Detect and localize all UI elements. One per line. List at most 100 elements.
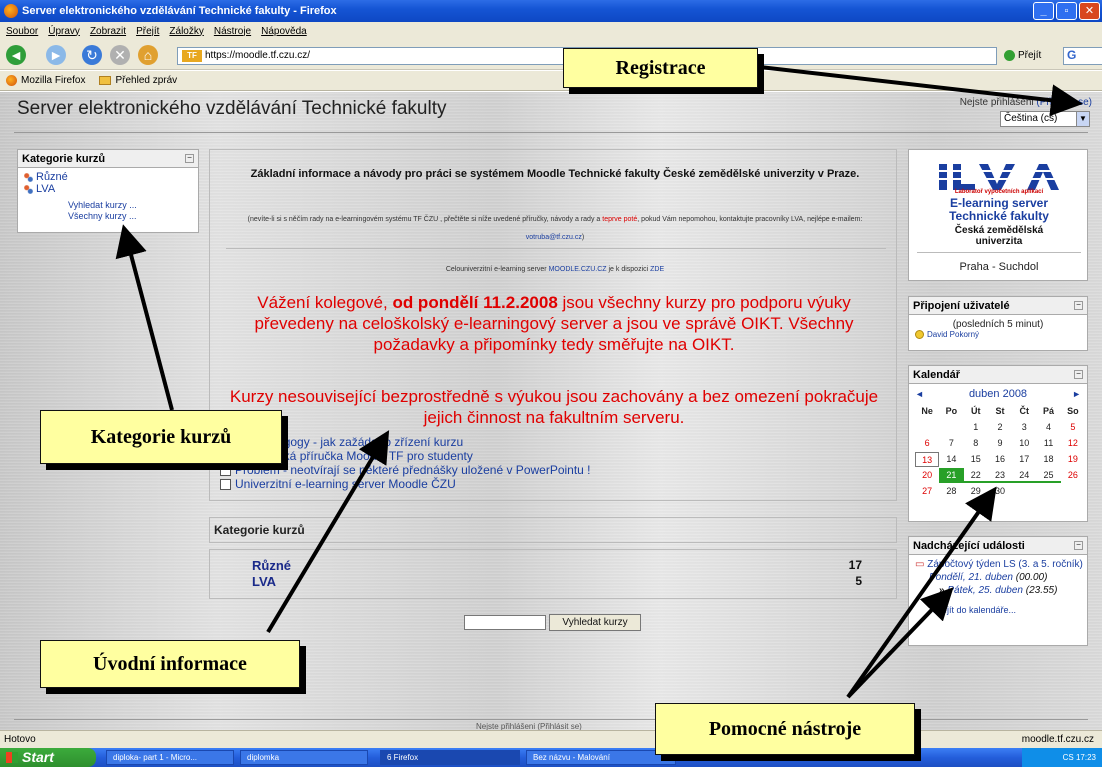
category-item-lva[interactable]: LVA [24, 183, 198, 195]
header-divider [14, 132, 1088, 133]
calendar-day[interactable]: 21 [939, 468, 964, 483]
menu-napoveda[interactable]: Nápověda [261, 26, 307, 37]
start-button[interactable]: Start [0, 748, 96, 767]
calendar-day[interactable]: 8 [964, 436, 988, 451]
minimize-button[interactable]: _ [1033, 2, 1054, 20]
calendar-day[interactable]: 5 [1061, 420, 1085, 435]
intro-note-text: , pokud Vám nepomohou, kontaktujte praco… [637, 216, 863, 223]
collapse-icon[interactable]: − [185, 154, 194, 163]
resource-link-student-guide[interactable]: Uživatelská příručka Moodle TF pro stude… [220, 449, 890, 463]
course-categories-header: Kategorie kurzů [209, 517, 897, 543]
calendar-day[interactable]: 19 [1061, 452, 1085, 467]
collapse-icon[interactable]: − [1074, 301, 1083, 310]
next-month-arrow-icon[interactable]: ► [1072, 386, 1081, 402]
intro-section: Základní informace a návody pro práci se… [209, 149, 897, 501]
logo-text: univerzita [975, 236, 1023, 247]
calendar-day[interactable]: 27 [915, 484, 939, 499]
search-engine-box[interactable]: G [1063, 47, 1102, 65]
email-link[interactable]: votruba@tf.czu.cz [526, 234, 582, 241]
calendar-day[interactable]: 14 [939, 452, 963, 467]
resource-link-univ-server[interactable]: Univerzitní e-learning server Moodle ČZU [220, 477, 890, 491]
event-date[interactable]: Pátek, 25. duben [947, 585, 1023, 596]
calendar-day[interactable]: 13 [915, 452, 940, 467]
calendar-day[interactable]: 17 [1012, 452, 1036, 467]
task-folder[interactable]: diplomka [240, 750, 368, 765]
calendar-day[interactable]: 25 [1036, 468, 1061, 483]
calendar-day [1061, 484, 1085, 499]
calendar-day[interactable]: 22 [963, 468, 988, 483]
status-bar: Hotovo moodle.tf.czu.cz [0, 730, 1102, 748]
close-button[interactable]: ✕ [1079, 2, 1100, 20]
event-title[interactable]: ▭ Zápočtový týden LS (3. a 5. ročník) [915, 559, 1083, 571]
calendar-day[interactable]: 20 [915, 468, 939, 483]
bookmarks-toolbar: Mozilla Firefox Přehled zpráv [0, 71, 1102, 91]
calendar-day[interactable]: 10 [1012, 436, 1036, 451]
calendar-day[interactable]: 1 [964, 420, 988, 435]
home-icon[interactable]: ⌂ [138, 45, 158, 65]
tray-language[interactable]: CS [1063, 753, 1074, 762]
search-courses-link[interactable]: Vyhledat kurzy ... [68, 200, 198, 211]
menu-zobrazit[interactable]: Zobrazit [90, 26, 126, 37]
intro-note: (nevíte-li si s něčím rady na e-learning… [220, 211, 890, 247]
menu-prejit[interactable]: Přejít [136, 26, 159, 37]
collapse-icon[interactable]: − [1074, 541, 1083, 550]
calendar-day[interactable]: 15 [964, 452, 988, 467]
calendar-day[interactable]: 18 [1036, 452, 1060, 467]
menu-upravy[interactable]: Úpravy [48, 26, 80, 37]
calendar-day[interactable]: 11 [1036, 436, 1060, 451]
go-to-calendar-link[interactable]: Přejít do kalendáře... [933, 605, 1083, 615]
task-paint[interactable]: Bez názvu - Malování [526, 750, 676, 765]
go-button[interactable]: Přejít [1004, 50, 1041, 61]
calendar-day[interactable]: 26 [1061, 468, 1085, 483]
online-user[interactable]: David Pokorný [915, 330, 1087, 339]
calendar-day[interactable]: 9 [988, 436, 1012, 451]
univ-server-link[interactable]: MOODLE.CZU.CZ [549, 266, 607, 273]
login-info: Nejste přihlášeni (Přihlásit se) [960, 97, 1092, 108]
collapse-icon[interactable]: − [1074, 370, 1083, 379]
calendar-day[interactable]: 3 [1012, 420, 1036, 435]
back-arrow-icon[interactable]: ◄ [6, 45, 26, 65]
bookmark-mozilla-firefox[interactable]: Mozilla Firefox [6, 75, 85, 86]
task-word[interactable]: diploka- part 1 - Micro... [106, 750, 234, 765]
category-item-ruzne[interactable]: Různé [24, 171, 198, 183]
calendar-day[interactable]: 28 [939, 484, 963, 499]
menu-zalozky[interactable]: Záložky [169, 26, 203, 37]
maximize-button[interactable]: ▫ [1056, 2, 1077, 20]
search-courses-button[interactable]: Vyhledat kurzy [549, 614, 641, 631]
univ-here-link[interactable]: ZDE [650, 266, 664, 273]
go-icon [1004, 50, 1015, 61]
category-row[interactable]: LVA 5 [252, 574, 862, 589]
resource-link-pedagogy[interactable]: Pro pedagogy - jak zažádat o zřízení kur… [220, 435, 890, 449]
calendar-day[interactable]: 4 [1036, 420, 1060, 435]
calendar-month[interactable]: duben 2008 [969, 388, 1027, 400]
all-courses-link[interactable]: Všechny kurzy ... [68, 211, 198, 222]
calendar-day [939, 420, 963, 435]
language-select[interactable]: Čeština (cs) ▼ [1000, 111, 1090, 127]
calendar-day[interactable]: 6 [915, 436, 939, 451]
prev-month-arrow-icon[interactable]: ◄ [915, 386, 924, 402]
footer-login-text[interactable]: Nejste přihlášeni (Přihlásit se) [476, 722, 582, 730]
login-link[interactable]: (Přihlásit se) [1036, 97, 1092, 108]
calendar-day [1036, 484, 1060, 499]
stop-icon[interactable]: ✕ [110, 45, 130, 65]
forward-arrow-icon[interactable]: ► [46, 45, 66, 65]
bookmark-prehled-zprav[interactable]: Přehled zpráv [99, 75, 177, 86]
calendar-day[interactable]: 30 [988, 484, 1012, 499]
reload-icon[interactable]: ↻ [82, 45, 102, 65]
calendar-day[interactable]: 16 [988, 452, 1012, 467]
event-date[interactable]: Pondělí, 21. duben [929, 572, 1013, 583]
category-row[interactable]: Různé 17 [252, 558, 862, 573]
calendar-day[interactable]: 23 [987, 468, 1013, 483]
menu-nastroje[interactable]: Nástroje [214, 26, 251, 37]
calendar-day[interactable]: 12 [1061, 436, 1085, 451]
menu-soubor[interactable]: Soubor [6, 26, 38, 37]
calendar-weekday: St [995, 406, 1005, 416]
calendar-day[interactable]: 7 [939, 436, 963, 451]
calendar-day[interactable]: 29 [964, 484, 988, 499]
event-date-end: » Pátek, 25. duben (23.55) [939, 584, 1083, 597]
calendar-day[interactable]: 24 [1012, 468, 1037, 483]
course-search-input[interactable] [464, 615, 546, 630]
resource-link-powerpoint-problem[interactable]: Problém - neotvírají se některé přednášk… [220, 463, 890, 477]
task-firefox[interactable]: 6 Firefox [380, 750, 520, 765]
calendar-day[interactable]: 2 [988, 420, 1012, 435]
